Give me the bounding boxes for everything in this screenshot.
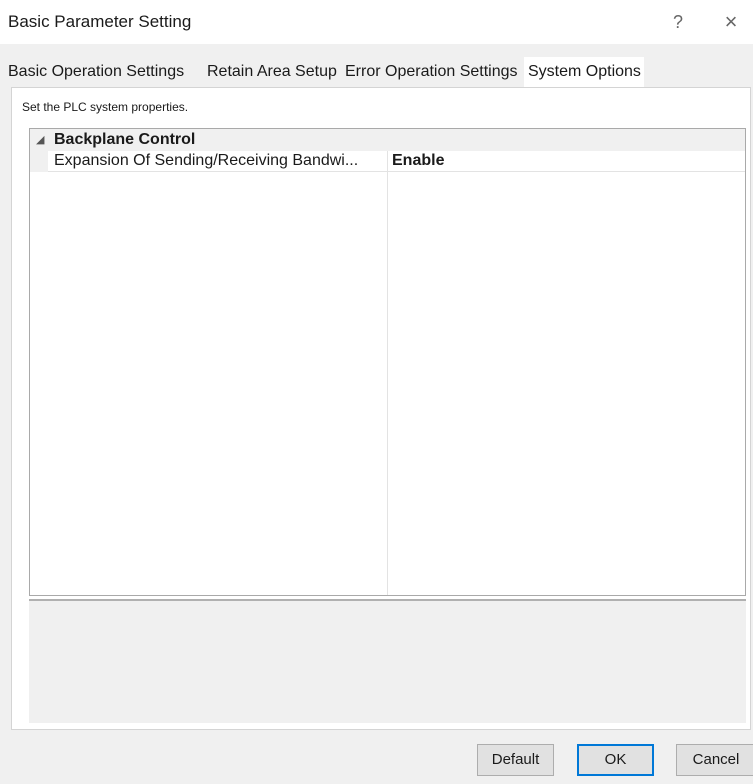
title-bar: Basic Parameter Setting ? × bbox=[0, 0, 753, 44]
close-button[interactable]: × bbox=[716, 8, 746, 36]
property-grid: ◢ Backplane Control Expansion Of Sending… bbox=[29, 128, 746, 596]
property-value[interactable]: Enable bbox=[392, 152, 444, 170]
property-row-gutter bbox=[30, 151, 48, 172]
dialog-title: Basic Parameter Setting bbox=[8, 12, 192, 31]
default-button[interactable]: Default bbox=[477, 744, 554, 776]
help-button[interactable]: ? bbox=[663, 8, 693, 36]
tab-basic-operation-settings[interactable]: Basic Operation Settings bbox=[4, 57, 188, 87]
tab-system-options[interactable]: System Options bbox=[524, 57, 644, 87]
tab-strip: Basic Operation Settings Retain Area Set… bbox=[0, 57, 753, 87]
collapse-arrow-icon[interactable]: ◢ bbox=[36, 133, 44, 146]
property-group-backplane-control[interactable]: ◢ Backplane Control bbox=[30, 129, 745, 151]
panel-description: Set the PLC system properties. bbox=[22, 100, 189, 114]
property-help-pane bbox=[29, 599, 746, 723]
property-group-label: Backplane Control bbox=[54, 131, 196, 148]
dialog-window: Basic Parameter Setting ? × Basic Operat… bbox=[0, 0, 753, 784]
property-name: Expansion Of Sending/Receiving Bandwi... bbox=[54, 152, 359, 169]
ok-button[interactable]: OK bbox=[577, 744, 654, 776]
tab-error-operation-settings[interactable]: Error Operation Settings bbox=[341, 57, 522, 87]
tab-retain-area-setup[interactable]: Retain Area Setup bbox=[203, 57, 341, 87]
column-splitter[interactable] bbox=[387, 151, 388, 595]
system-options-panel: Set the PLC system properties. ◢ Backpla… bbox=[11, 87, 751, 730]
cancel-button[interactable]: Cancel bbox=[676, 744, 753, 776]
